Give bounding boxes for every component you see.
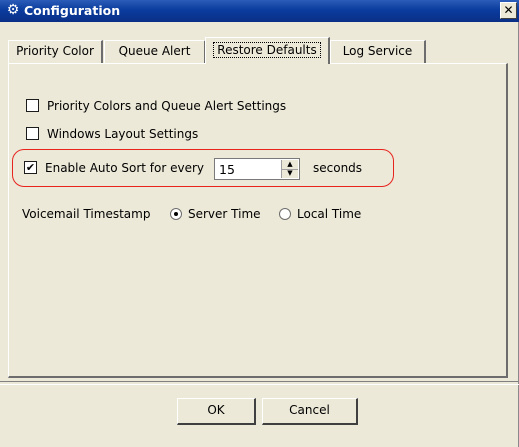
auto-sort-checkbox[interactable]: ✔ [24,161,37,174]
tab-label: Priority Color [16,44,94,58]
cancel-button[interactable]: Cancel [262,398,358,425]
window-title: Configuration [24,3,121,18]
auto-sort-interval-value[interactable]: 15 [219,161,235,178]
tab-label: Restore Defaults [213,42,321,58]
server-time-radio[interactable] [170,208,182,220]
tab-label: Log Service [342,44,413,58]
windows-layout-checkbox[interactable] [26,127,39,140]
close-button[interactable]: ✕ [500,2,517,19]
tab-restore-defaults[interactable]: Restore Defaults [205,37,330,64]
local-time-label[interactable]: Local Time [297,206,361,222]
restore-defaults-panel: Priority Colors and Queue Alert Settings… [8,63,508,378]
local-time-radio[interactable] [279,208,291,220]
gear-icon: ⚙ [6,2,20,18]
tab-priority-color[interactable]: Priority Color [8,40,103,63]
ok-button[interactable]: OK [177,398,256,425]
priority-colors-label: Priority Colors and Queue Alert Settings [47,99,287,113]
spinner-buttons: ▲ ▼ [281,160,298,178]
footer-separator [0,381,519,385]
tab-log-service[interactable]: Log Service [330,40,426,63]
spin-down-icon[interactable]: ▼ [282,169,298,178]
voicemail-timestamp-label: Voicemail Timestamp [22,207,151,221]
configuration-dialog: ⚙ Configuration ✕ Priority Color Queue A… [0,0,519,447]
auto-sort-label: Enable Auto Sort for every [45,161,204,175]
title-bar[interactable]: ⚙ Configuration ✕ [0,0,519,22]
auto-sort-unit: seconds [313,161,363,175]
tab-queue-alert[interactable]: Queue Alert [104,40,206,63]
windows-layout-label: Windows Layout Settings [47,127,199,141]
priority-colors-checkbox[interactable] [26,99,39,112]
close-icon: ✕ [503,3,514,17]
auto-sort-interval-spinner[interactable]: 15 ▲ ▼ [214,158,300,180]
tab-label: Queue Alert [118,44,191,58]
server-time-label[interactable]: Server Time [188,206,261,222]
